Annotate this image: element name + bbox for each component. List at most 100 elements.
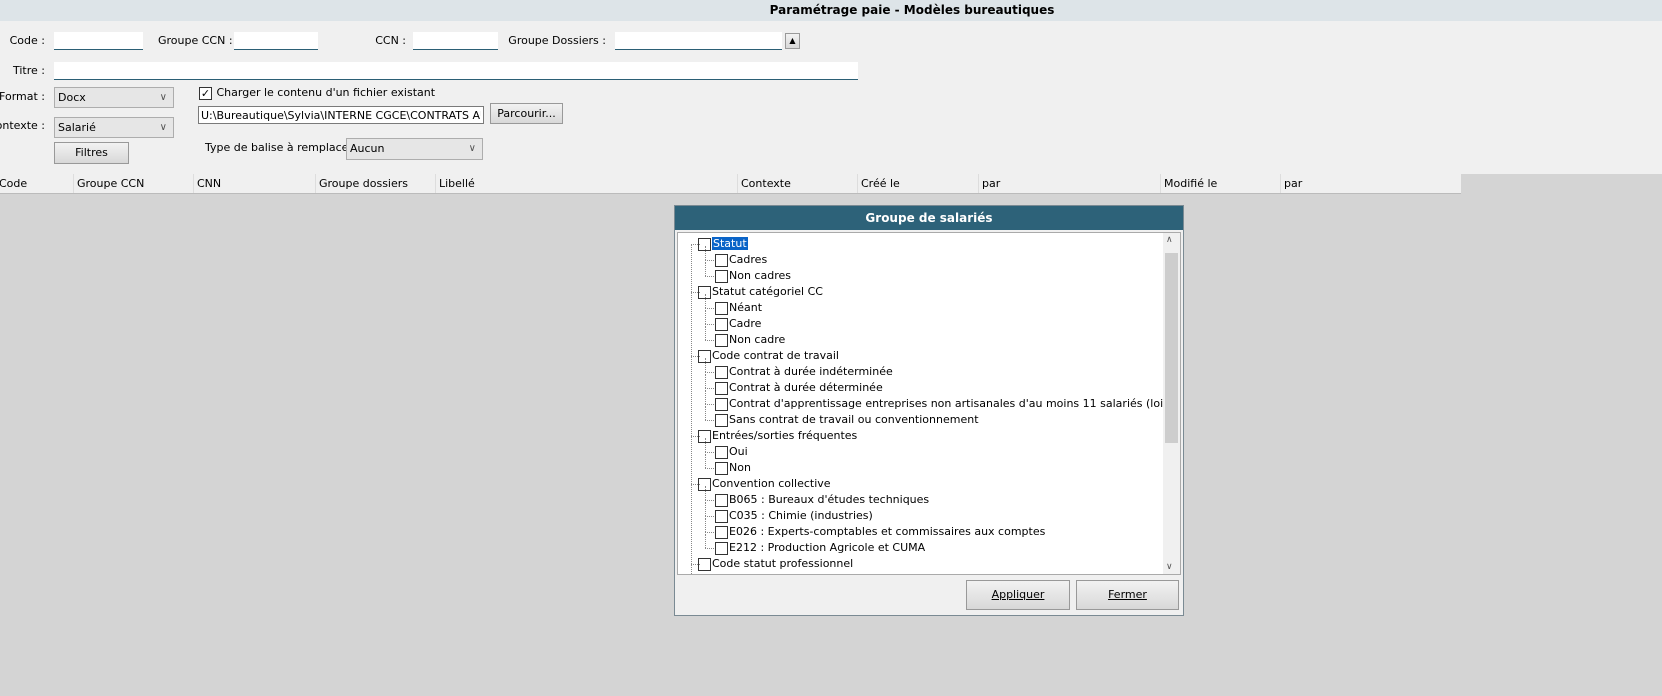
tree-connector — [705, 406, 706, 420]
tree-item[interactable]: Non cadres — [715, 268, 791, 284]
checkbox[interactable] — [715, 365, 728, 379]
tree-connector — [705, 340, 714, 341]
tree-connector — [705, 454, 706, 468]
column-code[interactable]: Code — [0, 174, 27, 193]
checkbox[interactable] — [715, 269, 728, 283]
tree-item-label: C035 : Chimie (industries) — [729, 509, 873, 522]
tree-connector — [705, 390, 706, 404]
tree-item[interactable]: E212 : Production Agricole et CUMA — [715, 540, 925, 556]
column-cree-le[interactable]: Créé le — [857, 174, 900, 193]
checkbox[interactable] — [715, 445, 728, 459]
column-cnn[interactable]: CNN — [193, 174, 221, 193]
chevron-down-icon: ∨ — [159, 92, 167, 103]
tree-item-label: Entrées/sorties fréquentes — [712, 429, 858, 442]
format-select[interactable]: Docx ∨ — [54, 87, 174, 108]
appliquer-label: Appliquer — [991, 588, 1045, 601]
triangle-up-icon: ▲ — [789, 36, 796, 45]
tree-item[interactable]: Convention collective — [698, 476, 831, 492]
tree-connector — [705, 548, 714, 549]
scroll-down-icon[interactable]: ∨ — [1166, 562, 1173, 572]
titre-input[interactable] — [54, 62, 858, 80]
tree-item[interactable]: Statut catégoriel CC — [698, 284, 823, 300]
tree-item-label: E212 : Production Agricole et CUMA — [729, 541, 926, 554]
column-libelle[interactable]: Libellé — [435, 174, 475, 193]
ccn-label: CCN : — [375, 34, 406, 47]
tree-item[interactable]: B065 : Bureaux d'études techniques — [715, 492, 929, 508]
tree-item[interactable]: Cadres — [715, 252, 767, 268]
appliquer-button[interactable]: Appliquer — [966, 580, 1070, 610]
checkbox[interactable] — [715, 461, 728, 475]
code-input[interactable] — [54, 32, 143, 50]
tree-item[interactable]: Oui — [715, 444, 748, 460]
checkbox[interactable] — [715, 525, 728, 539]
table-header: Code Groupe CCN CNN Groupe dossiers Libe… — [0, 174, 1461, 194]
groupe-ccn-input[interactable] — [234, 32, 318, 50]
tree-item[interactable]: Code statut professionnel — [698, 556, 853, 572]
window-title: Paramétrage paie - Modèles bureautiques — [0, 0, 1662, 21]
format-value: Docx — [58, 91, 86, 104]
checkbox[interactable] — [715, 301, 728, 315]
groupe-dossiers-label: Groupe Dossiers : — [508, 34, 606, 47]
tree-item[interactable]: Cadre — [715, 316, 761, 332]
tree-connector — [705, 262, 706, 276]
groupe-salaries-dialog: Groupe de salariés Statut Cadres Non cadre… — [674, 205, 1184, 616]
tree-item-label: Contrat d'apprentissage entreprises non … — [729, 397, 1181, 410]
check-icon: ✓ — [199, 86, 212, 100]
ccn-input[interactable] — [413, 32, 498, 50]
column-groupe-ccn[interactable]: Groupe CCN — [73, 174, 144, 193]
tree-connector — [705, 374, 706, 388]
balise-label: Type de balise à remplacer : — [205, 141, 361, 154]
charger-checkbox[interactable]: ✓ Charger le contenu d'un fichier exista… — [199, 86, 435, 100]
scrollbar-thumb[interactable] — [1165, 253, 1178, 443]
salaries-tree[interactable]: Statut Cadres Non cadres Statut catégoriel … — [677, 232, 1181, 575]
tree-item-label: Convention collective — [712, 477, 831, 490]
dialog-title: Groupe de salariés — [675, 206, 1183, 230]
checkbox[interactable] — [715, 413, 728, 427]
tree-item[interactable]: Code contrat de travail — [698, 348, 839, 364]
tree-item[interactable]: Non — [715, 460, 751, 476]
tree-item[interactable]: E026 : Experts-comptables et commissaire… — [715, 524, 1045, 540]
checkbox[interactable] — [715, 493, 728, 507]
checkbox[interactable] — [715, 541, 728, 555]
checkbox[interactable] — [715, 253, 728, 267]
parcourir-button[interactable]: Parcourir... — [490, 103, 563, 124]
tree-item-label: Non cadre — [729, 333, 786, 346]
checkbox[interactable] — [715, 333, 728, 347]
groupe-dossiers-dropdown-button[interactable]: ▲ — [785, 33, 800, 49]
balise-select[interactable]: Aucun ∨ — [346, 138, 483, 160]
tree-connector — [705, 260, 714, 261]
tree-connector — [691, 564, 692, 574]
tree-item[interactable]: Entrées/sorties fréquentes — [698, 428, 857, 444]
tree-item[interactable]: Contrat d'apprentissage entreprises non … — [715, 396, 1181, 412]
tree-connector — [705, 324, 714, 325]
column-modifie-le[interactable]: Modifié le — [1160, 174, 1217, 193]
tree-connector — [705, 518, 706, 532]
tree-item[interactable]: Néant — [715, 300, 762, 316]
tree-item[interactable]: Contrat à durée indéterminée — [715, 364, 893, 380]
checkbox[interactable] — [715, 509, 728, 523]
tree-connector — [705, 516, 714, 517]
checkbox[interactable] — [715, 381, 728, 395]
tree-item[interactable]: C035 : Chimie (industries) — [715, 508, 873, 524]
tree-item[interactable]: Non cadre — [715, 332, 785, 348]
checkbox[interactable] — [715, 317, 728, 331]
contexte-select[interactable]: Salarié ∨ — [54, 117, 174, 138]
column-groupe-dossiers[interactable]: Groupe dossiers — [315, 174, 408, 193]
column-cree-par[interactable]: par — [978, 174, 1000, 193]
chevron-down-icon: ∨ — [468, 143, 476, 154]
tree-connector — [691, 564, 700, 565]
groupe-dossiers-input[interactable] — [615, 32, 782, 50]
scroll-up-icon[interactable]: ∧ — [1166, 235, 1173, 245]
contexte-label: Contexte : — [0, 119, 45, 132]
tree-item-label: Non cadres — [729, 269, 791, 282]
tree-item[interactable]: Sans contrat de travail ou conventionnem… — [715, 412, 979, 428]
file-path-input[interactable] — [198, 106, 484, 124]
column-modifie-par[interactable]: par — [1280, 174, 1302, 193]
checkbox[interactable] — [715, 397, 728, 411]
tree-item[interactable]: Contrat à durée déterminée — [715, 380, 883, 396]
fermer-button[interactable]: Fermer — [1076, 580, 1179, 610]
tree-connector — [705, 294, 706, 308]
column-contexte[interactable]: Contexte — [737, 174, 791, 193]
filtres-button[interactable]: Filtres — [54, 142, 129, 164]
tree-scrollbar[interactable]: ∧ ∨ — [1163, 233, 1180, 574]
